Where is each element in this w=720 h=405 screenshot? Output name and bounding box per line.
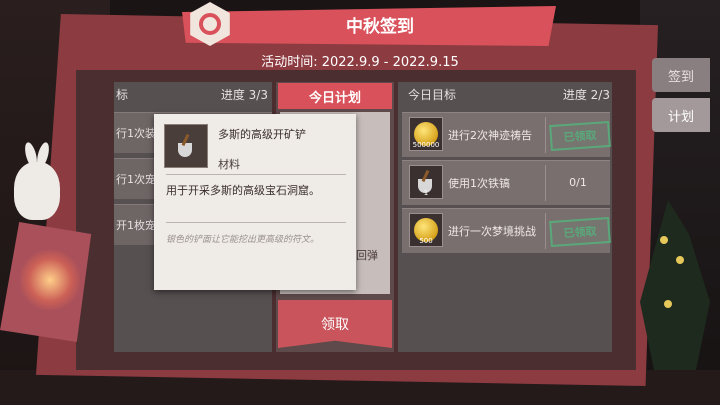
shovel-icon [176, 134, 196, 158]
activity-time: 活动时间: 2022.9.9 - 2022.9.15 [261, 55, 459, 70]
reward-quantity: 1 [423, 189, 429, 197]
task-text: 行1次装 [116, 127, 156, 140]
goal-progress: 0/1 [569, 175, 587, 189]
flower-icon [676, 256, 684, 264]
tooltip-divider [166, 222, 346, 223]
goal-row: 500 进行一次梦境挑战 已领取 [402, 208, 611, 253]
claimed-stamp: 已领取 [549, 120, 611, 152]
claim-button[interactable]: 领取 [278, 300, 392, 348]
item-icon-slot [164, 124, 208, 168]
goal-row: 1 使用1次铁镐 0/1 [402, 160, 610, 205]
page-title: 中秋签到 [346, 17, 414, 37]
left-panel-header: 标 进度 3/3 [114, 86, 272, 106]
tooltip-divider [166, 174, 346, 175]
reward-quantity: 500 [419, 237, 433, 245]
today-goal-progress: 进度 2/3 [562, 88, 610, 102]
flower-icon [664, 300, 672, 308]
claimed-stamp: 已领取 [549, 216, 611, 248]
left-panel-title: 标 [116, 88, 129, 102]
task-text: 开1枚宠 [116, 219, 156, 232]
row-divider [545, 165, 546, 201]
goal-task: 进行2次神迹祷告 [448, 129, 532, 142]
tab-sign-in[interactable]: 签到 [652, 58, 710, 92]
task-text: 行1次宠 [116, 173, 156, 186]
jade-rabbit-icon [14, 162, 60, 220]
plan-header: 今日计划 [278, 83, 392, 109]
row-divider [545, 213, 546, 249]
today-goal-title: 今日目标 [408, 88, 457, 102]
item-flavor-text: 银色的铲面让它能挖出更高级的符文。 [166, 235, 320, 245]
row-divider [545, 117, 546, 153]
item-description: 用于开采多斯的高级宝石洞窟。 [166, 184, 320, 197]
plan-text-fragment: 回弹 [356, 249, 378, 262]
today-goal-header: 今日目标 进度 2/3 [398, 86, 612, 106]
flower-icon [660, 236, 668, 244]
reward-quantity: 500000 [412, 141, 440, 149]
goal-row: 500000 进行2次神迹祷告 已领取 [402, 112, 611, 157]
goal-task: 进行一次梦境挑战 [448, 225, 536, 238]
lantern-glow [20, 250, 80, 310]
goal-task: 使用1次铁镐 [448, 177, 510, 190]
item-type: 材料 [218, 158, 240, 171]
left-panel-progress: 进度 3/3 [220, 88, 268, 102]
item-name: 多斯的高级开矿铲 [218, 128, 306, 141]
tab-plan[interactable]: 计划 [652, 98, 710, 132]
